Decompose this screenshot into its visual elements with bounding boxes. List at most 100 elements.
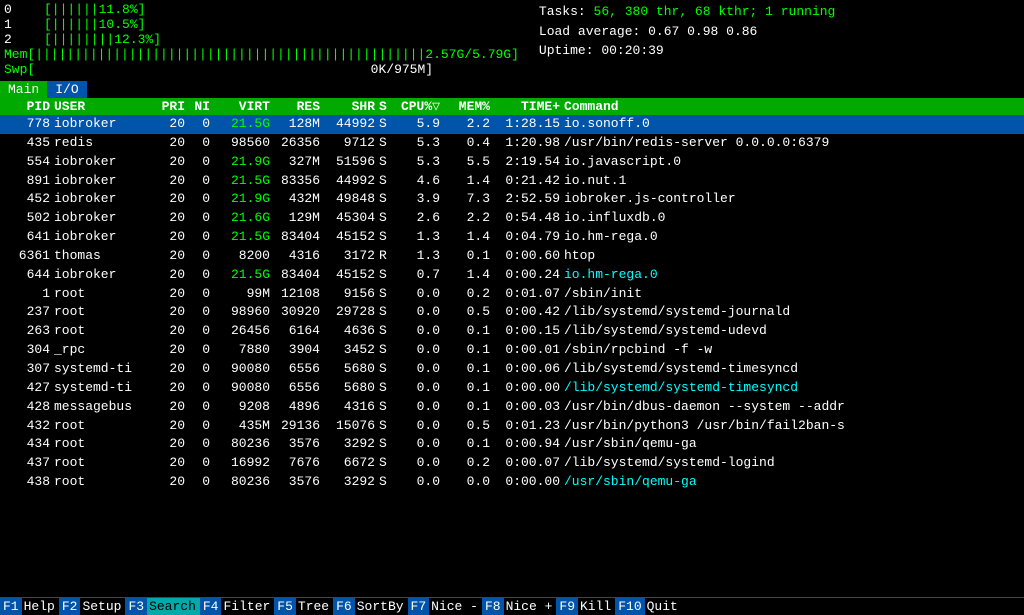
proc-virt: 21.6G [214, 209, 274, 228]
table-row[interactable]: 437 root 20 0 16992 7676 6672 S 0.0 0.2 … [0, 454, 1024, 473]
proc-shr: 49848 [324, 190, 379, 209]
proc-user: root [54, 473, 154, 492]
footer-label-f2: Setup [80, 598, 125, 615]
proc-cmd: io.javascript.0 [564, 153, 1020, 172]
col-header-s: S [379, 99, 394, 114]
table-row[interactable]: 307 systemd-ti 20 0 90080 6556 5680 S 0.… [0, 360, 1024, 379]
proc-ni: 0 [189, 454, 214, 473]
cpu-pct-2: 12.3%] [114, 32, 161, 47]
proc-virt: 8200 [214, 247, 274, 266]
proc-pri: 20 [154, 303, 189, 322]
table-row[interactable]: 6361 thomas 20 0 8200 4316 3172 R 1.3 0.… [0, 247, 1024, 266]
proc-cpu: 1.3 [394, 247, 444, 266]
cpu-row-1: 1[|||||| 10.5%] [4, 17, 519, 32]
proc-s: S [379, 473, 394, 492]
swp-values: 0K/975M] [35, 62, 433, 77]
footer-item-f3[interactable]: F3Search [125, 598, 199, 615]
col-header-mem: MEM% [444, 99, 494, 114]
table-row[interactable]: 778 iobroker 20 0 21.5G 128M 44992 S 5.9… [0, 115, 1024, 134]
table-row[interactable]: 435 redis 20 0 98560 26356 9712 S 5.3 0.… [0, 134, 1024, 153]
table-row[interactable]: 452 iobroker 20 0 21.9G 432M 49848 S 3.9… [0, 190, 1024, 209]
proc-s: S [379, 153, 394, 172]
col-header-cpu: CPU%▽ [394, 99, 444, 114]
proc-time: 2:52.59 [494, 190, 564, 209]
proc-ni: 0 [189, 435, 214, 454]
proc-time: 1:20.98 [494, 134, 564, 153]
footer-item-f9[interactable]: F9Kill [556, 598, 615, 615]
proc-pri: 20 [154, 398, 189, 417]
footer-key-f4: F4 [200, 598, 222, 615]
footer-item-f5[interactable]: F5Tree [274, 598, 333, 615]
proc-ni: 0 [189, 285, 214, 304]
table-row[interactable]: 502 iobroker 20 0 21.6G 129M 45304 S 2.6… [0, 209, 1024, 228]
uptime-label: Uptime: [539, 43, 601, 58]
col-header-pri: PRI [154, 99, 189, 114]
proc-cpu: 0.0 [394, 360, 444, 379]
footer-item-f1[interactable]: F1Help [0, 598, 59, 615]
proc-pid: 502 [4, 209, 54, 228]
footer-item-f10[interactable]: F10Quit [615, 598, 682, 615]
proc-res: 6164 [274, 322, 324, 341]
proc-shr: 15076 [324, 417, 379, 436]
proc-shr: 3292 [324, 473, 379, 492]
table-row[interactable]: 434 root 20 0 80236 3576 3292 S 0.0 0.1 … [0, 435, 1024, 454]
proc-pid: 427 [4, 379, 54, 398]
footer-label-f10: Quit [645, 598, 682, 615]
cpu-section: 0[|||||| 11.8%]1[|||||| 10.5%]2[||||||||… [4, 2, 519, 77]
load-label: Load average: [539, 24, 648, 39]
table-row[interactable]: 891 iobroker 20 0 21.5G 83356 44992 S 4.… [0, 172, 1024, 191]
proc-pid: 437 [4, 454, 54, 473]
proc-pid: 432 [4, 417, 54, 436]
proc-cpu: 0.0 [394, 417, 444, 436]
proc-res: 12108 [274, 285, 324, 304]
table-row[interactable]: 432 root 20 0 435M 29136 15076 S 0.0 0.5… [0, 417, 1024, 436]
proc-pri: 20 [154, 190, 189, 209]
uptime-val: 00:20:39 [601, 43, 663, 58]
proc-pri: 20 [154, 228, 189, 247]
table-row[interactable]: 263 root 20 0 26456 6164 4636 S 0.0 0.1 … [0, 322, 1024, 341]
proc-pri: 20 [154, 454, 189, 473]
proc-s: S [379, 190, 394, 209]
proc-pri: 20 [154, 153, 189, 172]
proc-cmd: /lib/systemd/systemd-timesyncd [564, 379, 1020, 398]
proc-virt: 435M [214, 417, 274, 436]
proc-mem: 0.2 [444, 454, 494, 473]
footer-item-f6[interactable]: F6SortBy [333, 598, 407, 615]
proc-ni: 0 [189, 341, 214, 360]
footer-item-f7[interactable]: F7Nice - [408, 598, 482, 615]
proc-mem: 7.3 [444, 190, 494, 209]
table-row[interactable]: 304 _rpc 20 0 7880 3904 3452 S 0.0 0.1 0… [0, 341, 1024, 360]
table-row[interactable]: 1 root 20 0 99M 12108 9156 S 0.0 0.2 0:0… [0, 285, 1024, 304]
footer-label-f3: Search [147, 598, 200, 615]
swp-bar: [ [27, 62, 35, 77]
proc-cmd: iobroker.js-controller [564, 190, 1020, 209]
proc-pid: 1 [4, 285, 54, 304]
footer-key-f9: F9 [556, 598, 578, 615]
proc-user: systemd-ti [54, 360, 154, 379]
table-row[interactable]: 641 iobroker 20 0 21.5G 83404 45152 S 1.… [0, 228, 1024, 247]
footer-item-f4[interactable]: F4Filter [200, 598, 274, 615]
tab-main[interactable]: Main [0, 81, 47, 98]
footer-item-f2[interactable]: F2Setup [59, 598, 126, 615]
proc-user: iobroker [54, 153, 154, 172]
proc-virt: 80236 [214, 435, 274, 454]
proc-ni: 0 [189, 209, 214, 228]
table-row[interactable]: 237 root 20 0 98960 30920 29728 S 0.0 0.… [0, 303, 1024, 322]
footer-key-f10: F10 [615, 598, 644, 615]
table-row[interactable]: 427 systemd-ti 20 0 90080 6556 5680 S 0.… [0, 379, 1024, 398]
table-row[interactable]: 438 root 20 0 80236 3576 3292 S 0.0 0.0 … [0, 473, 1024, 492]
footer-key-f7: F7 [408, 598, 430, 615]
proc-time: 0:01.07 [494, 285, 564, 304]
proc-pri: 20 [154, 247, 189, 266]
proc-cpu: 0.0 [394, 285, 444, 304]
proc-virt: 16992 [214, 454, 274, 473]
cpu-pct-1: 10.5%] [99, 17, 146, 32]
proc-time: 0:00.00 [494, 473, 564, 492]
table-row[interactable]: 554 iobroker 20 0 21.9G 327M 51596 S 5.3… [0, 153, 1024, 172]
footer-item-f8[interactable]: F8Nice + [482, 598, 556, 615]
table-row[interactable]: 644 iobroker 20 0 21.5G 83404 45152 S 0.… [0, 266, 1024, 285]
proc-res: 129M [274, 209, 324, 228]
proc-time: 0:00.07 [494, 454, 564, 473]
tab-i/o[interactable]: I/O [47, 81, 86, 98]
table-row[interactable]: 428 messagebus 20 0 9208 4896 4316 S 0.0… [0, 398, 1024, 417]
